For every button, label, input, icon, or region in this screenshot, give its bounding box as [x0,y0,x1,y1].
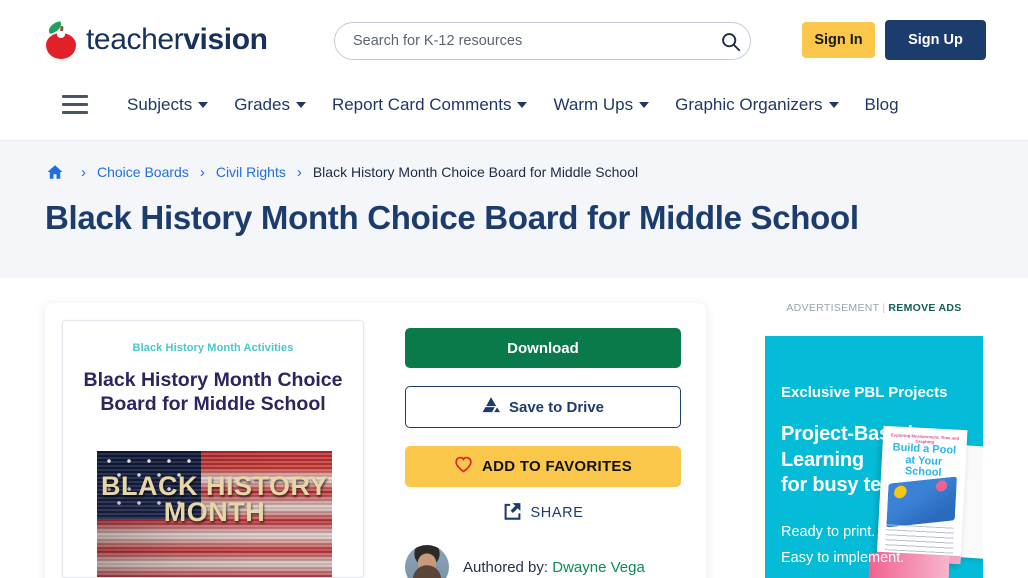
share-button[interactable]: SHARE [405,500,681,526]
nav-item-label: Warm Ups [553,95,634,114]
save-to-drive-label: Save to Drive [508,398,605,416]
nav-item-label: Report Card Comments [331,95,512,114]
title-band: › Choice Boards › Civil Rights › Black H… [0,140,1028,278]
breadcrumb-separator: › [81,163,86,181]
nav-item-warm-ups[interactable]: Warm Ups [540,95,662,115]
logo-text-bold: vision [183,23,268,56]
download-label: Download [507,339,579,357]
ad-card-title: Build a Pool at Your School [892,441,957,480]
author-name-link[interactable]: Dwayne Vega [552,559,645,576]
download-button[interactable]: Download [405,328,681,368]
preview-image: BLACK HISTORY MONTH [97,451,332,577]
sign-in-button[interactable]: Sign In [802,22,875,58]
page-title: Black History Month Choice Board for Mid… [45,199,859,236]
search-box[interactable] [334,22,751,60]
ad-eyebrow: Exclusive PBL Projects [781,384,948,401]
chevron-down-icon [828,102,839,108]
add-to-favorites-button[interactable]: ADD TO FAVORITES [405,446,681,487]
nav-item-label: Subjects [127,95,193,114]
ad-sub-line-2: Easy to implement. [781,550,905,566]
nav-item-subjects[interactable]: Subjects [114,95,221,115]
breadcrumb-separator: › [199,163,205,181]
author-row: Authored by: Dwayne Vega [405,545,705,578]
home-icon[interactable] [46,163,64,181]
save-to-drive-button[interactable]: Save to Drive [405,386,681,428]
site-logo[interactable]: teachervision [44,18,268,62]
apple-icon [44,21,78,59]
preview-eyebrow: Black History Month Activities [132,342,294,354]
ad-worksheet-card: Exploring Measurement, Time and Graphing… [876,425,968,565]
nav-item-graphic-organizers[interactable]: Graphic Organizers [662,95,851,115]
nav-item-report-card-comments[interactable]: Report Card Comments [319,95,541,115]
nav-item-blog[interactable]: Blog [852,95,912,115]
breadcrumb-item-choice-boards[interactable]: Choice Boards [97,164,189,180]
main-navigation: Subjects Grades Report Card Comments War… [0,80,1028,130]
nav-item-label: Graphic Organizers [675,95,823,114]
advertisement-label-row: ADVERTISEMENT | REMOVE ADS [765,302,983,314]
nav-item-label: Blog [864,95,899,114]
share-icon [503,502,522,524]
chevron-down-icon [295,102,306,108]
breadcrumb-separator: › [296,163,302,181]
advertisement-banner[interactable]: Exclusive PBL Projects Project-Based Lea… [765,336,983,578]
preview-image-text: BLACK HISTORY MONTH [100,471,328,528]
breadcrumb-item-civil-rights[interactable]: Civil Rights [216,164,286,180]
search-icon[interactable] [710,31,750,52]
chevron-down-icon [517,102,528,108]
hamburger-icon[interactable] [62,95,88,115]
google-drive-icon [482,397,500,417]
author-text: Authored by: Dwayne Vega [463,559,645,576]
chevron-down-icon [198,102,209,108]
nav-item-label: Grades [234,95,290,114]
resource-preview-thumbnail[interactable]: Black History Month Activities Black His… [62,320,364,578]
heart-icon [454,456,473,477]
sign-up-button[interactable]: Sign Up [885,20,986,60]
author-avatar [405,545,449,578]
chevron-down-icon [639,102,650,108]
authored-by-label: Authored by: [463,558,549,576]
remove-ads-link[interactable]: REMOVE ADS [888,302,961,314]
search-input[interactable] [335,33,710,49]
add-to-favorites-label: ADD TO FAVORITES [481,458,633,475]
share-label: SHARE [530,505,584,521]
advertisement-label: ADVERTISEMENT [786,302,880,314]
resource-actions: Download Save to Drive ADD TO FAVORITES [405,328,681,487]
ad-card-illustration [886,476,958,528]
site-header: teachervision Sign In Sign Up [0,0,1028,80]
breadcrumb: › Choice Boards › Civil Rights › Black H… [46,163,638,181]
logo-wordmark: teachervision [86,25,268,55]
nav-items: Subjects Grades Report Card Comments War… [114,80,912,130]
page-root: teachervision Sign In Sign Up Subjects [0,0,1028,578]
ad-sub-line-1: Ready to print. [781,524,876,540]
advertisement-separator: | [882,302,886,314]
breadcrumb-item-current: Black History Month Choice Board for Mid… [312,164,639,180]
logo-text-light: teacher [86,23,184,56]
nav-item-grades[interactable]: Grades [221,95,319,115]
preview-title: Black History Month Choice Board for Mid… [83,369,343,415]
